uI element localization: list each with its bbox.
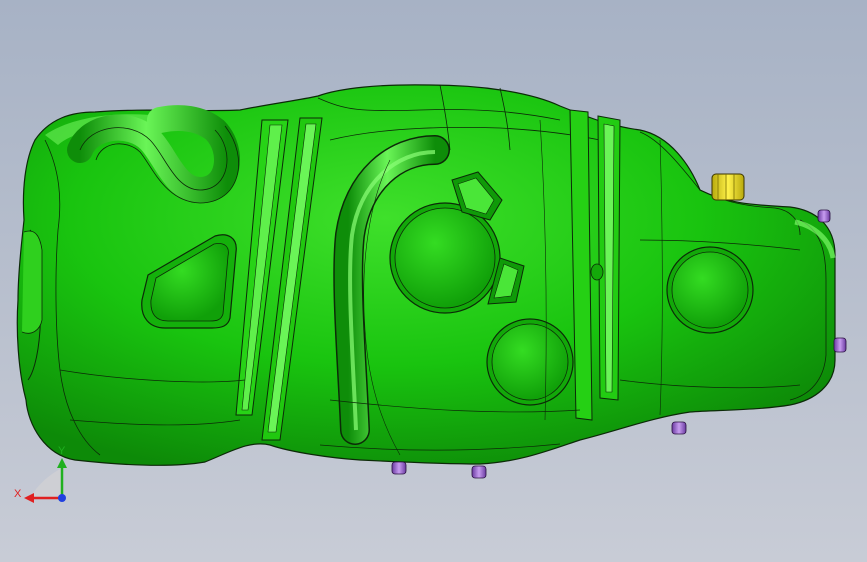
fuel-tank-body[interactable] bbox=[16, 84, 836, 466]
triad-z-axis bbox=[58, 494, 66, 502]
filler-neck-cap[interactable] bbox=[711, 173, 745, 201]
triad-base-wedge bbox=[30, 468, 62, 498]
sender-port-lower bbox=[486, 318, 574, 406]
fastener-bottom-2[interactable] bbox=[471, 465, 487, 479]
coordinate-triad: X Y bbox=[14, 445, 67, 503]
fastener-bottom-3[interactable] bbox=[671, 421, 687, 435]
sender-port-right bbox=[666, 246, 754, 334]
fastener-right-1[interactable] bbox=[833, 337, 847, 353]
triad-x-label: X bbox=[14, 488, 22, 500]
pump-flange-port bbox=[389, 202, 501, 314]
fastener-right-2[interactable] bbox=[817, 209, 831, 223]
cad-viewport[interactable]: X Y bbox=[0, 0, 867, 562]
triad-y-label: Y bbox=[58, 445, 66, 457]
fastener-bottom-1[interactable] bbox=[391, 461, 407, 475]
